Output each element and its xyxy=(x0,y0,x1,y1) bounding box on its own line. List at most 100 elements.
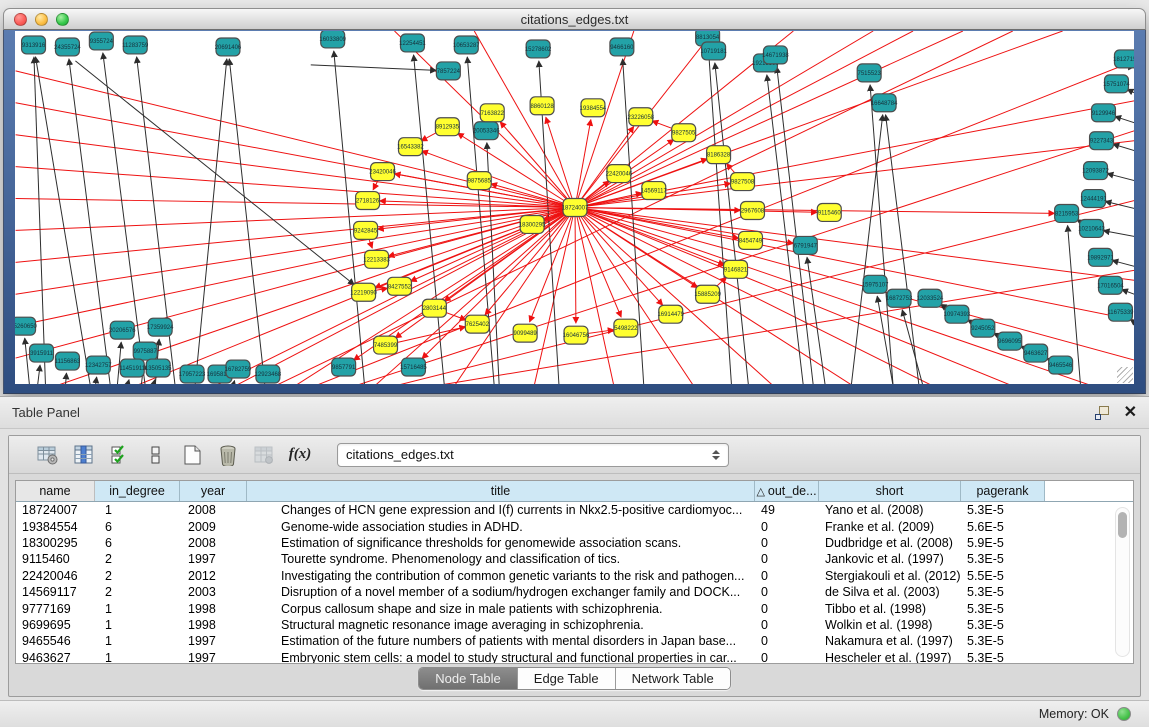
network-node[interactable]: 9875685 xyxy=(467,172,491,190)
column-header-title[interactable]: title xyxy=(247,481,755,501)
table-row[interactable]: 1830029562008Estimation of significance … xyxy=(16,535,1133,551)
network-node[interactable]: 7485399 xyxy=(374,336,398,354)
network-node[interactable]: 7625402 xyxy=(465,315,489,333)
tab-edge-table[interactable]: Edge Table xyxy=(518,668,616,689)
network-node[interactable]: 9313916 xyxy=(22,36,46,54)
table-row[interactable]: 946554611997Estimation of the future num… xyxy=(16,633,1133,649)
network-node[interactable]: 12213383 xyxy=(363,250,390,268)
select-columns-icon[interactable] xyxy=(107,442,133,468)
network-node[interactable]: 8186328 xyxy=(707,146,731,164)
network-node[interactable]: 14671938 xyxy=(762,46,789,64)
network-node[interactable]: 17359924 xyxy=(147,318,174,336)
network-node[interactable]: 7857224 xyxy=(436,62,460,80)
table-mode-icon[interactable] xyxy=(35,442,61,468)
network-node[interactable]: 9827508 xyxy=(731,173,755,191)
network-node[interactable]: 9975887 xyxy=(133,342,157,360)
network-node[interactable]: 10210643 xyxy=(1078,219,1105,237)
network-node[interactable]: 9355724 xyxy=(89,32,113,50)
network-node[interactable]: 16033809 xyxy=(319,31,346,48)
network-node[interactable]: 24355724 xyxy=(54,38,81,56)
network-node[interactable]: 9827505 xyxy=(672,124,696,142)
table-row[interactable]: 2242004622012Investigating the contribut… xyxy=(16,568,1133,584)
network-node[interactable]: 22420046 xyxy=(606,165,633,183)
network-node[interactable]: 16872753 xyxy=(886,289,913,307)
network-node[interactable]: 13505135 xyxy=(145,359,172,377)
network-node[interactable]: 12219090 xyxy=(350,283,377,301)
network-node[interactable]: 5498222 xyxy=(614,319,638,337)
column-header-in_degree[interactable]: in_degree xyxy=(95,481,180,501)
network-node[interactable]: 9242845 xyxy=(354,221,378,239)
network-node[interactable]: 8215953 xyxy=(1055,205,1079,223)
tab-network-table[interactable]: Network Table xyxy=(616,668,730,689)
minimize-window-button[interactable] xyxy=(35,13,48,26)
table-row[interactable]: 946362711997Embryonic stem cells: a mode… xyxy=(16,650,1133,664)
table-row[interactable]: 1872400712008Changes of HCN gene express… xyxy=(16,502,1133,518)
network-node[interactable]: 7163822 xyxy=(480,104,504,122)
network-node[interactable]: 15716485 xyxy=(400,358,427,376)
network-node[interactable]: 9466160 xyxy=(610,38,634,56)
network-node[interactable]: 15751074 xyxy=(1103,75,1130,93)
column-header-name[interactable]: name xyxy=(16,481,95,501)
network-node[interactable]: 10653287 xyxy=(453,36,480,54)
column-header-year[interactable]: year xyxy=(180,481,247,501)
network-node[interactable]: 6791947 xyxy=(793,236,817,254)
network-node[interactable]: 9696095 xyxy=(998,332,1022,350)
network-node[interactable]: 20691406 xyxy=(215,38,242,56)
network-node[interactable]: 8427552 xyxy=(388,277,412,295)
resize-grip[interactable] xyxy=(1117,367,1133,383)
network-node[interactable]: 23420046 xyxy=(369,163,396,181)
column-header-pagerank[interactable]: pagerank xyxy=(961,481,1045,501)
network-node[interactable]: 16543382 xyxy=(397,138,424,156)
rows-icon[interactable] xyxy=(143,442,169,468)
network-node[interactable]: 2967608 xyxy=(741,202,765,220)
window-titlebar[interactable]: citations_edges.txt xyxy=(3,8,1146,30)
float-panel-icon[interactable] xyxy=(1095,406,1110,420)
network-node[interactable]: 20206576 xyxy=(109,321,136,339)
network-node[interactable]: 18300295 xyxy=(519,215,546,233)
network-node[interactable]: 8860128 xyxy=(530,97,554,115)
network-node[interactable]: 11451911 xyxy=(119,359,145,377)
network-node[interactable]: 16914479 xyxy=(657,305,684,323)
network-node[interactable]: 12923468 xyxy=(255,365,282,383)
network-node[interactable]: 11156863 xyxy=(55,352,81,370)
network-node[interactable]: 14569117 xyxy=(641,182,668,200)
column-header-out_de[interactable]: △out_de... xyxy=(755,481,819,501)
network-node[interactable]: 2803144 xyxy=(422,299,446,317)
network-node[interactable]: 15278602 xyxy=(525,40,552,58)
table-row[interactable]: 977716911998Corpus callosum shape and si… xyxy=(16,600,1133,616)
network-node[interactable]: 9463627 xyxy=(1024,344,1048,362)
network-node[interactable]: 11675339 xyxy=(1107,303,1134,321)
network-node[interactable]: 9115460 xyxy=(817,204,841,222)
network-node[interactable]: 16782759 xyxy=(225,360,252,378)
table-source-dropdown[interactable]: citations_edges.txt xyxy=(337,443,729,467)
network-node[interactable]: 9146821 xyxy=(724,260,748,278)
network-node[interactable]: 12093872 xyxy=(1082,162,1109,180)
table-row[interactable]: 969969511998Structural magnetic resonanc… xyxy=(16,617,1133,633)
network-node[interactable]: 9465546 xyxy=(1049,356,1073,374)
close-panel-icon[interactable]: ✕ xyxy=(1124,406,1137,420)
table-row[interactable]: 911546021997Tourette syndrome. Phenomeno… xyxy=(16,551,1133,567)
network-node[interactable]: 25260650 xyxy=(15,317,38,335)
table-scrollbar-thumb[interactable] xyxy=(1118,512,1127,538)
network-node[interactable]: 19384554 xyxy=(580,99,607,117)
delete-icon[interactable] xyxy=(215,442,241,468)
network-node[interactable]: 12033524 xyxy=(917,289,944,307)
close-window-button[interactable] xyxy=(14,13,27,26)
network-node[interactable]: 16046756 xyxy=(563,326,590,344)
table-row[interactable]: 1456911722003Disruption of a novel membe… xyxy=(16,584,1133,600)
network-node[interactable]: 8912935 xyxy=(435,118,459,136)
tab-node-table[interactable]: Node Table xyxy=(419,668,518,689)
network-node[interactable]: 16648784 xyxy=(871,94,898,112)
network-node[interactable]: 2718126 xyxy=(356,192,380,210)
network-node[interactable]: 15975107 xyxy=(862,275,889,293)
new-file-icon[interactable] xyxy=(179,442,205,468)
column-header-short[interactable]: short xyxy=(819,481,961,501)
memory-status-indicator[interactable] xyxy=(1117,707,1131,721)
network-node[interactable]: 9129946 xyxy=(1092,104,1116,122)
network-node[interactable]: 3915911 xyxy=(30,344,54,362)
network-node[interactable]: 19892971 xyxy=(1087,248,1114,266)
network-node[interactable]: 10719181 xyxy=(700,42,727,60)
network-node[interactable]: 9245052 xyxy=(971,319,995,337)
network-node[interactable]: 11283759 xyxy=(122,36,149,54)
network-node[interactable]: 9857791 xyxy=(332,358,356,376)
